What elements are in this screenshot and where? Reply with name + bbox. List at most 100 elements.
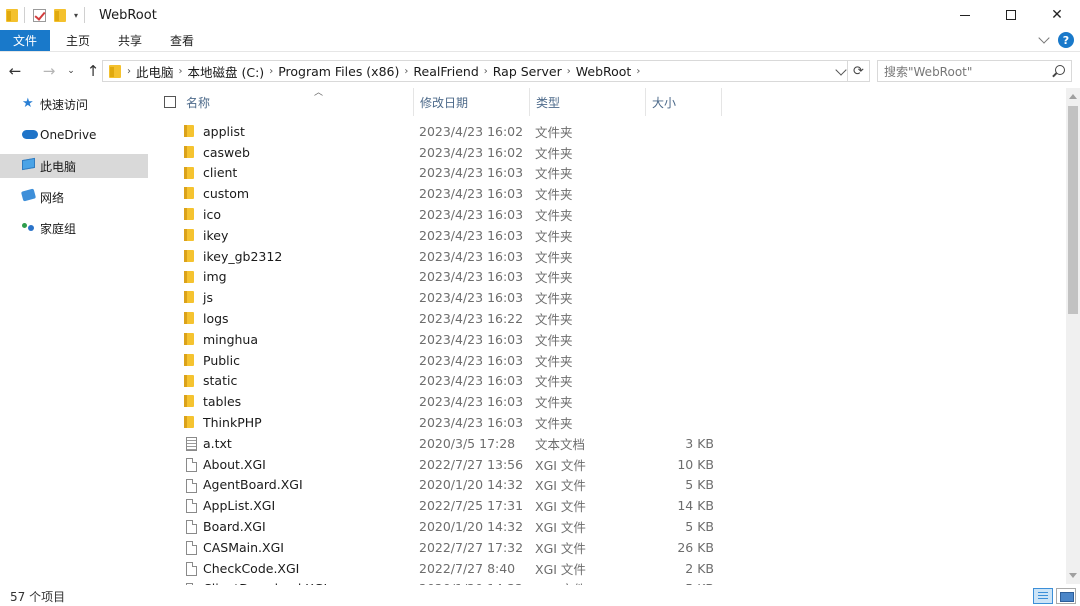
file-row[interactable]: ClientDownload.XGI 2020/1/20 14:32 XGI 文件 5… [150, 579, 1066, 585]
minimize-button[interactable] [942, 0, 988, 30]
breadcrumb-local-disk[interactable]: 本地磁盘 (C:) [188, 62, 265, 81]
file-type: 文件夹 [535, 145, 573, 161]
search-input[interactable]: 搜索"WebRoot" [877, 60, 1072, 82]
file-name: ThinkPHP [203, 415, 262, 431]
recent-locations-button[interactable]: ⌄ [64, 60, 78, 82]
expand-ribbon-icon[interactable] [1038, 32, 1050, 44]
close-icon: ✕ [1051, 7, 1063, 23]
file-row[interactable]: static 2023/4/23 16:03 文件夹 [150, 371, 1066, 392]
file-row[interactable]: CASMain.XGI 2022/7/27 17:32 XGI 文件 26 KB [150, 537, 1066, 558]
file-name: js [203, 290, 213, 306]
file-row[interactable]: ico 2023/4/23 16:03 文件夹 [150, 204, 1066, 225]
navigation-pane: ★ 快速访问 OneDrive 此电脑 网络 家庭组 [0, 92, 150, 582]
nav-item-quick-access[interactable]: ★ 快速访问 [0, 92, 150, 116]
file-type: XGI 文件 [535, 520, 586, 536]
file-type: 文件夹 [535, 416, 573, 432]
file-name: ikey [203, 227, 229, 243]
nav-item-homegroup[interactable]: 家庭组 [0, 216, 150, 240]
file-row[interactable]: a.txt 2020/3/5 17:28 文本文档 3 KB [150, 433, 1066, 454]
breadcrumb-realfriend[interactable]: RealFriend [413, 64, 478, 79]
file-row[interactable]: ikey 2023/4/23 16:03 文件夹 [150, 225, 1066, 246]
file-row[interactable]: Public 2023/4/23 16:03 文件夹 [150, 350, 1066, 371]
column-header-date[interactable]: 修改日期 [414, 88, 530, 116]
file-list: applist 2023/4/23 16:02 文件夹 casweb 2023/4/23… [150, 121, 1066, 585]
file-row[interactable]: tables 2023/4/23 16:03 文件夹 [150, 391, 1066, 412]
view-switcher [1033, 588, 1076, 604]
refresh-button[interactable]: ⟳ [848, 60, 870, 82]
back-button[interactable]: ← [4, 60, 26, 82]
file-row[interactable]: logs 2023/4/23 16:22 文件夹 [150, 308, 1066, 329]
file-name: CASMain.XGI [203, 539, 284, 555]
file-icon [186, 457, 197, 472]
file-name: minghua [203, 331, 259, 347]
file-row[interactable]: AppList.XGI 2022/7/25 17:31 XGI 文件 14 KB [150, 495, 1066, 516]
column-header-type[interactable]: 类型 [530, 88, 646, 116]
breadcrumb-program-files[interactable]: Program Files (x86) [278, 64, 399, 79]
large-icons-view-button[interactable] [1056, 588, 1076, 604]
file-size: 2 KB [685, 560, 714, 576]
file-row[interactable]: minghua 2023/4/23 16:03 文件夹 [150, 329, 1066, 350]
file-type: XGI 文件 [535, 561, 586, 577]
breadcrumb-separator[interactable]: › [404, 66, 408, 77]
file-row[interactable]: client 2023/4/23 16:03 文件夹 [150, 163, 1066, 184]
file-size: 10 KB [677, 456, 714, 472]
close-button[interactable]: ✕ [1034, 0, 1080, 30]
address-bar[interactable]: › 此电脑 › 本地磁盘 (C:) › Program Files (x86) … [102, 60, 848, 82]
nav-item-network[interactable]: 网络 [0, 185, 150, 209]
properties-icon[interactable] [33, 8, 46, 22]
customize-toolbar-icon[interactable]: ▾ [74, 11, 78, 20]
new-folder-icon[interactable] [54, 8, 66, 22]
file-date: 2023/4/23 16:22 [419, 311, 524, 327]
file-row[interactable]: ThinkPHP 2023/4/23 16:03 文件夹 [150, 412, 1066, 433]
tab-file[interactable]: 文件 [0, 30, 50, 51]
breadcrumb-webroot[interactable]: WebRoot [576, 64, 632, 79]
file-row[interactable]: img 2023/4/23 16:03 文件夹 [150, 267, 1066, 288]
homegroup-icon [22, 221, 36, 235]
nav-item-this-pc[interactable]: 此电脑 [0, 154, 148, 178]
breadcrumb-separator[interactable]: › [484, 66, 488, 77]
forward-button[interactable]: → [38, 60, 60, 82]
nav-item-onedrive[interactable]: OneDrive [0, 123, 150, 147]
help-icon[interactable]: ? [1058, 32, 1074, 48]
file-size: 5 KB [650, 581, 714, 585]
details-view-button[interactable] [1033, 588, 1053, 604]
file-icon [186, 561, 197, 576]
file-name: img [203, 269, 227, 285]
file-row[interactable]: AgentBoard.XGI 2020/1/20 14:32 XGI 文件 5 KB [150, 475, 1066, 496]
address-dropdown-icon[interactable] [835, 64, 847, 76]
file-row[interactable]: ikey_gb2312 2023/4/23 16:03 文件夹 [150, 246, 1066, 267]
file-row[interactable]: custom 2023/4/23 16:03 文件夹 [150, 183, 1066, 204]
file-row[interactable]: Board.XGI 2020/1/20 14:32 XGI 文件 5 KB [150, 516, 1066, 537]
breadcrumb-separator[interactable]: › [179, 66, 183, 77]
sort-ascending-icon: ︿ [314, 88, 324, 98]
breadcrumb-separator[interactable]: › [269, 66, 273, 77]
scroll-up-icon[interactable] [1069, 94, 1077, 99]
up-button[interactable]: ↑ [82, 60, 104, 82]
tab-view[interactable]: 查看 [156, 30, 208, 51]
file-name: casweb [203, 144, 250, 160]
status-bar: 57 个项目 [0, 586, 1080, 606]
breadcrumb-rap-server[interactable]: Rap Server [493, 64, 562, 79]
file-row[interactable]: About.XGI 2022/7/27 13:56 XGI 文件 10 KB [150, 454, 1066, 475]
breadcrumb-this-pc[interactable]: 此电脑 [136, 62, 174, 81]
breadcrumb-separator[interactable]: › [636, 66, 640, 77]
select-all-checkbox[interactable] [164, 96, 176, 108]
tab-share[interactable]: 共享 [104, 30, 156, 51]
vertical-scrollbar[interactable] [1066, 88, 1080, 584]
file-row[interactable]: casweb 2023/4/23 16:02 文件夹 [150, 142, 1066, 163]
file-type: 文件夹 [535, 124, 573, 140]
scrollbar-thumb[interactable] [1068, 106, 1078, 314]
column-header-name[interactable]: 名称 ︿ [180, 88, 414, 116]
file-row[interactable]: CheckCode.XGI 2022/7/27 8:40 XGI 文件 2 KB [150, 558, 1066, 579]
file-row[interactable]: js 2023/4/23 16:03 文件夹 [150, 287, 1066, 308]
file-size: 14 KB [677, 498, 714, 514]
file-date: 2023/4/23 16:03 [419, 207, 524, 223]
column-header-size[interactable]: 大小 [646, 88, 722, 116]
maximize-button[interactable] [988, 0, 1034, 30]
breadcrumb-separator[interactable]: › [567, 66, 571, 77]
breadcrumb-separator[interactable]: › [127, 66, 131, 77]
tab-home[interactable]: 主页 [52, 30, 104, 51]
maximize-icon [1006, 10, 1016, 20]
file-row[interactable]: applist 2023/4/23 16:02 文件夹 [150, 121, 1066, 142]
scroll-down-icon[interactable] [1069, 573, 1077, 578]
